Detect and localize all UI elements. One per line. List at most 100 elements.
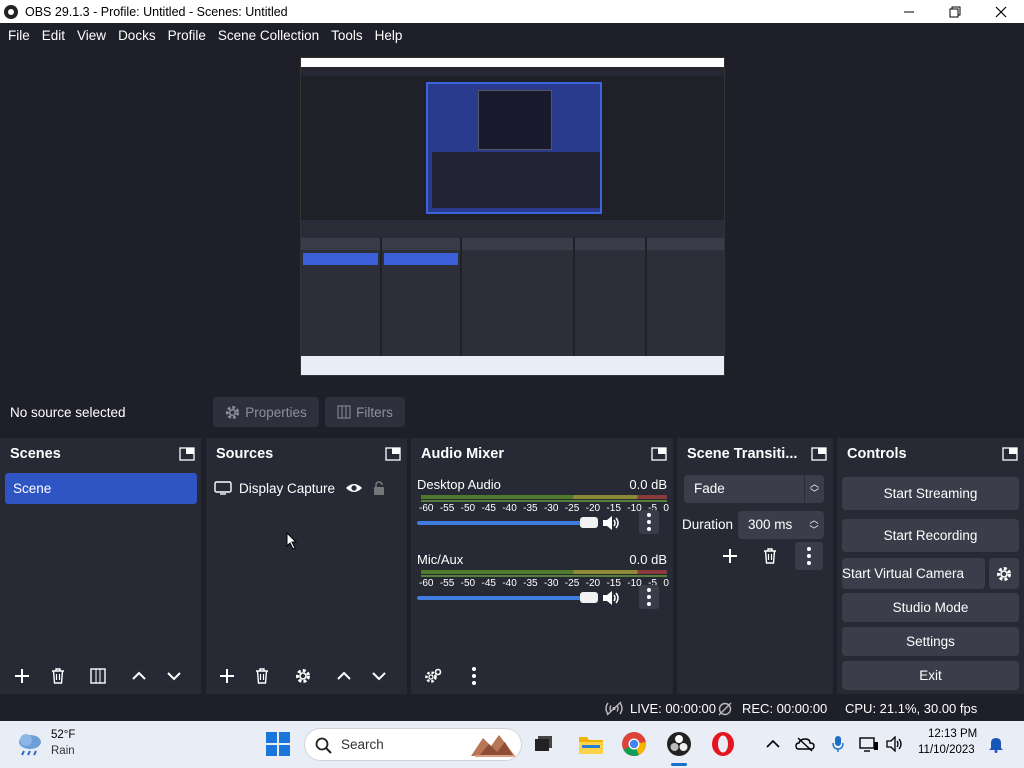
volume-meter [421,570,667,574]
undock-icon[interactable] [651,447,667,461]
start-streaming-button[interactable]: Start Streaming [842,477,1019,510]
monitor-icon [214,481,232,495]
channel-level: 0.0 dB [629,552,667,567]
duration-label: Duration [682,517,734,532]
search-label: Search [341,737,384,752]
channel-menu-button[interactable] [639,585,659,609]
more-vertical-icon [647,588,651,606]
obs-taskbar-button[interactable] [665,730,693,758]
menu-scene-collection[interactable]: Scene Collection [212,28,325,43]
speaker-icon[interactable] [601,589,621,607]
settings-button[interactable]: Settings [842,627,1019,656]
add-scene-button[interactable] [7,662,37,690]
lock-icon[interactable] [373,481,385,495]
add-source-button[interactable] [212,662,242,690]
plus-icon [723,549,737,563]
maximize-button[interactable] [932,0,978,23]
trash-icon [764,548,776,564]
menu-edit[interactable]: Edit [36,28,71,43]
plus-icon [220,669,234,683]
chevron-up-icon [337,671,351,680]
more-vertical-icon [647,513,651,531]
notifications-button[interactable] [985,733,1007,755]
start-recording-button[interactable]: Start Recording [842,519,1019,552]
volume-slider[interactable] [417,596,598,600]
opera-button[interactable] [709,730,737,758]
more-vertical-icon [807,547,811,565]
close-button[interactable] [978,0,1024,23]
undock-icon[interactable] [1002,447,1018,461]
duration-input[interactable]: 300 ms ︿ ﹀ [738,511,824,539]
move-scene-up-button[interactable] [124,662,154,690]
eye-icon[interactable] [345,482,363,494]
filter-icon [90,668,106,684]
menu-profile[interactable]: Profile [162,28,212,43]
remove-transition-button[interactable] [755,542,785,570]
undock-icon[interactable] [385,447,401,461]
remove-scene-button[interactable] [43,662,73,690]
trash-icon [52,668,64,684]
weather-condition[interactable]: Rain [51,745,75,757]
mixer-menu-button[interactable] [459,662,489,690]
preview-canvas[interactable] [300,57,725,376]
task-view-button[interactable] [530,730,558,758]
audio-settings-button[interactable] [418,662,448,690]
move-source-up-button[interactable] [329,662,359,690]
menu-docks[interactable]: Docks [112,28,162,43]
chrome-button[interactable] [620,730,648,758]
speaker-icon[interactable] [601,514,621,532]
virtual-camera-settings-button[interactable] [989,558,1019,589]
menu-help[interactable]: Help [369,28,409,43]
transition-select-value: Fade [694,481,725,496]
exit-button[interactable]: Exit [842,661,1019,690]
start-virtual-camera-label: Start Virtual Camera [842,566,965,581]
menu-tools[interactable]: Tools [325,28,369,43]
no-source-label: No source selected [10,405,126,420]
plus-icon [15,669,29,683]
remove-source-button[interactable] [247,662,277,690]
channel-menu-button[interactable] [639,510,659,534]
onedrive-tray-icon[interactable] [794,733,816,755]
taskbar-search[interactable]: Search [304,728,522,761]
source-properties-button[interactable] [288,662,318,690]
filters-button[interactable]: Filters [325,397,405,427]
network-tray-icon[interactable] [858,733,880,755]
move-source-down-button[interactable] [364,662,394,690]
sources-header: Sources [216,446,274,462]
undock-icon[interactable] [811,447,827,461]
menubar: File Edit View Docks Profile Scene Colle… [0,23,1024,47]
volume-tray-icon[interactable] [884,733,906,755]
menu-view[interactable]: View [71,28,112,43]
volume-slider-handle[interactable] [580,517,598,528]
rain-cloud-icon[interactable] [16,731,44,757]
volume-slider-handle[interactable] [580,592,598,603]
move-scene-down-button[interactable] [159,662,189,690]
menu-file[interactable]: File [2,28,36,43]
transition-menu-button[interactable] [795,542,823,570]
start-virtual-camera-button[interactable]: Start Virtual Camera [842,558,985,589]
volume-slider[interactable] [417,521,598,525]
minimize-button[interactable] [886,0,932,23]
file-explorer-button[interactable] [577,730,605,758]
spinner-arrows-icon[interactable]: ︿ ﹀ [804,511,824,539]
scene-list-item[interactable]: Scene [5,473,197,504]
gear-icon [296,669,310,683]
studio-mode-button[interactable]: Studio Mode [842,593,1019,622]
active-app-indicator [671,763,687,766]
show-hidden-icons-button[interactable] [762,733,784,755]
trash-icon [256,668,268,684]
opera-icon [712,732,734,756]
transition-select[interactable]: Fade ︿ ﹀ [684,475,824,503]
windows-start-button[interactable] [266,732,290,756]
clock-time[interactable]: 12:13 PM [928,728,977,740]
add-transition-button[interactable] [715,542,745,570]
clock-date[interactable]: 11/10/2023 [918,744,975,756]
microphone-tray-icon[interactable] [827,733,849,755]
undock-icon[interactable] [179,447,195,461]
source-list-item[interactable]: Display Capture [214,476,402,500]
volume-meter [421,495,667,499]
scene-filters-button[interactable] [83,662,113,690]
weather-temperature[interactable]: 52°F [51,729,75,741]
properties-button[interactable]: Properties [213,397,319,427]
chrome-icon [622,732,647,756]
